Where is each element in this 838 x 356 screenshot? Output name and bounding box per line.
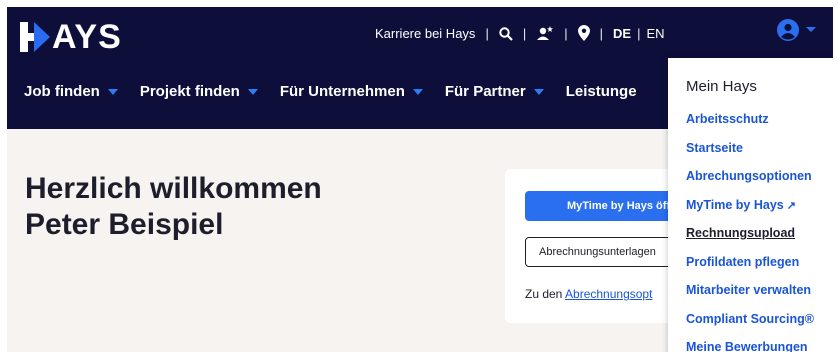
nav-item-label: Job finden	[24, 83, 100, 100]
lang-de-link[interactable]: DE	[613, 26, 631, 41]
caret-down-icon	[247, 88, 258, 95]
caret-down-icon	[107, 88, 118, 95]
logo-text: AYS	[52, 17, 122, 56]
user-menu-button[interactable]	[777, 19, 817, 41]
nav-item-label: Leistunge	[565, 83, 637, 100]
main-nav: Job finden Projekt finden Für Unternehme…	[24, 83, 659, 100]
external-link-icon: ↗	[786, 199, 796, 212]
nav-item-label: Für Partner	[444, 83, 526, 100]
separator: |	[564, 25, 568, 41]
menu-item-meine-bewerbungen[interactable]: Meine Bewerbungen	[686, 339, 814, 352]
nav-item-job-finden[interactable]: Job finden	[24, 83, 118, 100]
welcome-heading: Herzlich willkommen Peter Beispiel	[25, 171, 322, 243]
menu-item-profildaten[interactable]: Profildaten pflegen	[686, 254, 814, 283]
caret-down-icon	[533, 88, 544, 95]
nav-item-fuer-unternehmen[interactable]: Für Unternehmen	[280, 83, 423, 100]
lang-en-link[interactable]: EN	[646, 26, 664, 41]
location-pin-icon[interactable]	[577, 25, 590, 42]
menu-item-compliant-sourcing[interactable]: Compliant Sourcing®	[686, 311, 814, 340]
menu-item-arbeitsschutz[interactable]: Arbeitsschutz	[686, 111, 814, 140]
menu-item-abrechungsoptionen[interactable]: Abrechungsoptionen	[686, 168, 814, 197]
caret-down-icon	[412, 88, 423, 95]
welcome-line-1: Herzlich willkommen	[25, 172, 322, 205]
search-icon[interactable]	[499, 25, 513, 41]
careers-link[interactable]: Karriere bei Hays	[375, 26, 475, 41]
person-star-icon[interactable]	[536, 25, 554, 42]
menu-item-mytime[interactable]: MyTime by Hays ↗	[686, 197, 814, 226]
billing-options-link[interactable]: Abrechnungsopt	[565, 287, 652, 301]
mein-hays-dropdown: Mein Hays Arbeitsschutz Startseite Abrec…	[668, 58, 833, 352]
separator: |	[599, 25, 603, 41]
dropdown-title: Mein Hays	[686, 78, 757, 95]
page: AYS Karriere bei Hays | | | | DE | EN Jo…	[7, 7, 833, 352]
chevron-down-icon	[806, 27, 816, 32]
user-icon	[777, 19, 799, 41]
menu-item-rechnungsupload[interactable]: Rechnungsupload	[686, 225, 814, 254]
separator: |	[522, 25, 527, 41]
hays-logo[interactable]: AYS	[20, 17, 122, 57]
utility-nav: Karriere bei Hays | | | | DE | EN	[375, 21, 665, 45]
nav-item-projekt-finden[interactable]: Projekt finden	[140, 83, 258, 100]
billing-options-row: Zu den Abrechnungsopt	[525, 287, 652, 301]
billing-options-prefix: Zu den	[525, 287, 566, 301]
logo-h-mark-icon	[20, 22, 50, 52]
nav-item-leistungen[interactable]: Leistunge	[566, 83, 637, 100]
dropdown-menu-list: Arbeitsschutz Startseite Abrechungsoptio…	[686, 111, 814, 352]
nav-item-label: Projekt finden	[139, 83, 240, 100]
separator: |	[637, 25, 641, 41]
separator: |	[485, 25, 489, 41]
nav-item-label: Für Unternehmen	[279, 83, 405, 100]
menu-item-mitarbeiter[interactable]: Mitarbeiter verwalten	[686, 282, 814, 311]
welcome-name: Peter Beispiel	[25, 208, 224, 241]
nav-item-fuer-partner[interactable]: Für Partner	[445, 83, 544, 100]
menu-item-startseite[interactable]: Startseite	[686, 140, 814, 169]
menu-item-label: MyTime by Hays	[686, 197, 784, 212]
